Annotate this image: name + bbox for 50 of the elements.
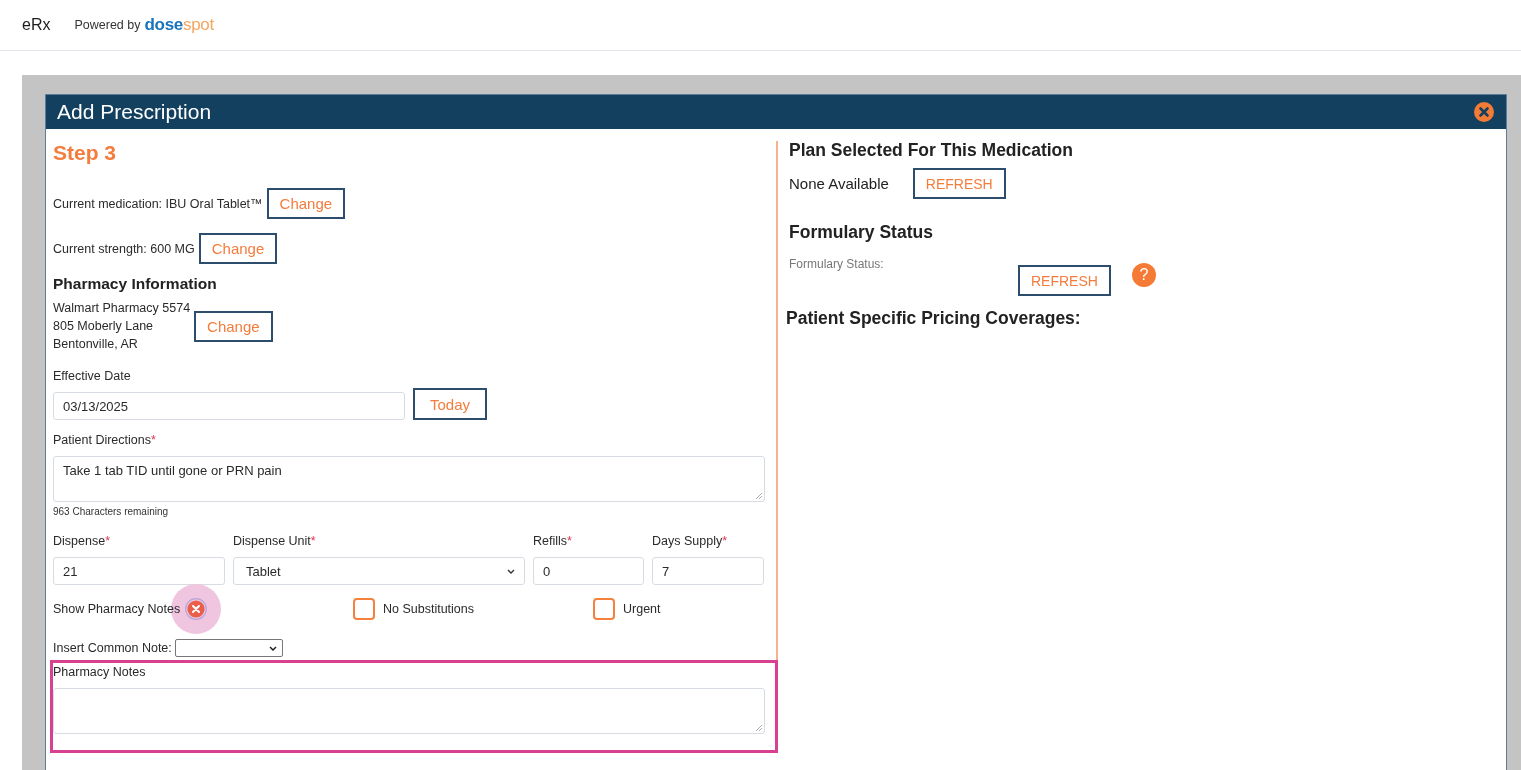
field-label: Pharmacy Notes [53,664,147,681]
change-button[interactable]: Change [198,233,278,264]
characters-remaining-text: 963 Characters remaining [53,506,169,518]
input-field[interactable]: 0 [533,557,644,585]
current-strength-text: Current strength: 600 MG [53,240,195,258]
step-title: Step 3 [53,140,117,166]
pharmacy-address-line: Walmart Pharmacy 5574 [53,300,191,317]
field-label: Effective Date [53,368,131,385]
field-label: Insert Common Note: [53,640,172,657]
today-button[interactable]: Today [413,388,487,420]
pharmacy-address-line: Bentonville, AR [53,336,139,353]
section-heading: Patient Specific Pricing Coverages: [786,307,1081,329]
field-label: Patient Directions* [53,432,156,449]
logo: dosespot [144,15,214,35]
powered-by-text: Powered by [74,18,141,32]
section-heading: Plan Selected For This Medication [789,139,1073,161]
field-label: Dispense Unit* [233,533,317,550]
dialog-title: Add Prescription [57,100,212,124]
field-label: Dispense* [53,533,111,550]
option-label: Show Pharmacy Notes [53,601,181,618]
chevron-icon [268,645,277,651]
change-button[interactable]: Change [266,188,346,219]
checkbox[interactable] [593,598,615,620]
current-medication-text: Current medication: IBU Oral Tablet™ [53,195,263,213]
resize-grip-icon [756,493,762,499]
plan-value-text: None Available [789,175,889,192]
field-label: Days Supply* [652,533,729,550]
common-note-select[interactable] [174,639,283,657]
chevron-icon [507,568,515,574]
checkbox-label: Urgent [623,601,661,618]
directions-textarea[interactable]: Take 1 tab TID until gone or PRN pain [53,456,765,502]
section-heading: Formulary Status [789,221,933,243]
formulary-status-label: Formulary Status: [789,257,885,271]
help-button[interactable]: ? [1131,263,1156,287]
select-field[interactable]: Tablet [233,557,525,585]
pharmacy-address-line: 805 Moberly Lane [53,318,155,335]
date-input[interactable]: 03/13/2025 [53,392,405,420]
close-circle-icon[interactable] [185,598,208,620]
refresh-button[interactable]: REFRESH [1018,265,1111,296]
resize-grip-icon [756,725,762,731]
close-icon[interactable] [1474,102,1494,122]
app-name: eRx [22,16,51,34]
change-button[interactable]: Change [194,310,273,342]
input-field[interactable]: 21 [53,557,225,585]
section-heading: Pharmacy Information [53,274,217,294]
field-label: Refills* [533,533,573,550]
checkbox[interactable] [353,598,375,620]
input-field[interactable]: 7 [652,557,764,585]
checkbox-label: No Substitutions [383,601,475,618]
refresh-button[interactable]: REFRESH [912,168,1006,199]
